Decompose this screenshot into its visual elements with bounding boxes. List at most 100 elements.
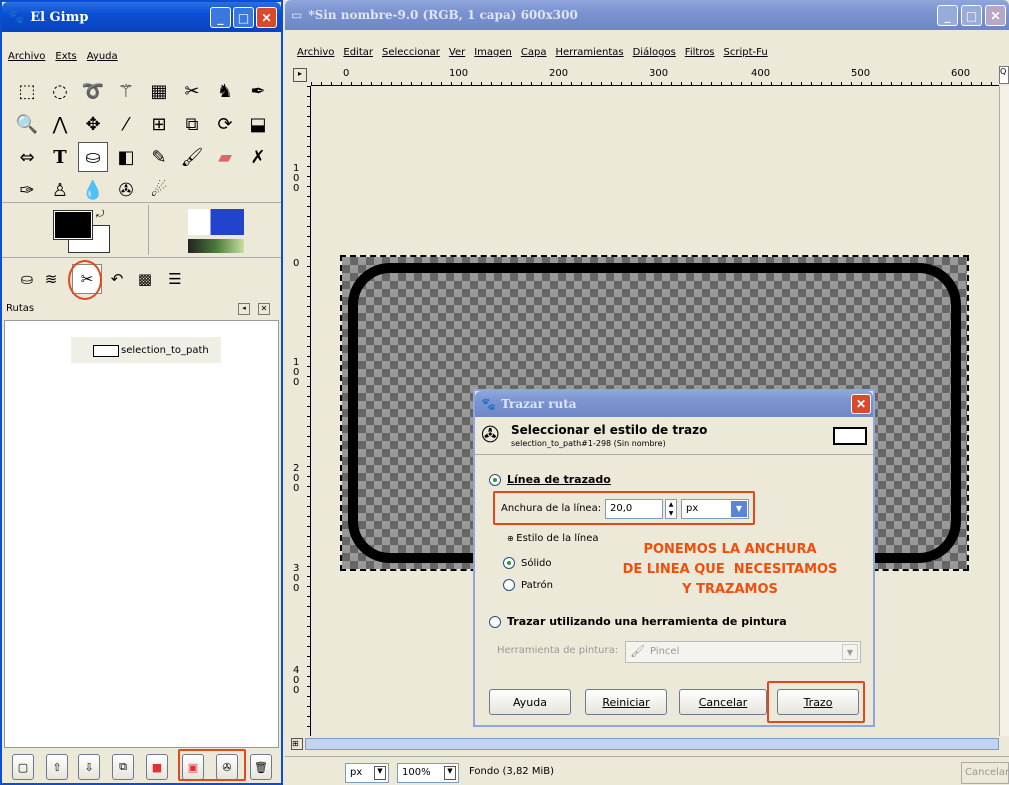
tutorial-annotation: PONEMOS LA ANCHURA DE LINEA QUE NECESITA… <box>590 540 870 600</box>
highlight-width-row <box>493 491 755 525</box>
foreground-color-swatch[interactable] <box>53 210 93 240</box>
option-paint-tool[interactable]: Trazar utilizando una herramienta de pin… <box>489 615 787 628</box>
lower-path-button[interactable]: ⇩ <box>78 754 100 780</box>
zoom-icon[interactable]: 🔍 <box>12 109 42 139</box>
ruler-label: 1 0 0 <box>293 357 300 388</box>
unit-select[interactable]: px ▼ <box>345 763 389 783</box>
path-item[interactable]: selection_to_path <box>71 337 221 363</box>
colormap-tab[interactable]: ▩ <box>130 264 160 294</box>
option-solid[interactable]: Sólido <box>503 557 552 569</box>
menu-imagen[interactable]: Imagen <box>474 47 512 58</box>
close-button[interactable]: ✕ <box>256 7 277 28</box>
clone-icon[interactable]: ♙ <box>45 175 75 205</box>
eraser-icon[interactable]: ▰ <box>210 142 240 172</box>
zoom-select[interactable]: 100% ▼ <box>397 763 459 783</box>
menu-arrow-button[interactable]: ▸ <box>293 68 307 82</box>
measure-icon[interactable]: ⋀ <box>45 109 75 139</box>
highlight-path-buttons <box>178 749 246 781</box>
menu-exts[interactable]: Exts <box>55 51 76 62</box>
img-minimize-button[interactable]: _ <box>937 5 958 26</box>
menu-ayuda[interactable]: Ayuda <box>87 51 118 62</box>
delete-path-button[interactable]: 🗑 <box>250 754 272 780</box>
scissors-icon[interactable]: ✂ <box>177 76 207 106</box>
new-path-button[interactable]: ▢ <box>12 754 34 780</box>
crop-icon[interactable]: ⧉ <box>177 109 207 139</box>
brush-preview[interactable] <box>188 209 244 235</box>
bucket-fill-icon[interactable]: ⛀ <box>78 142 108 172</box>
toolbox-title: El Gimp <box>30 9 89 25</box>
horizontal-scrollbar[interactable] <box>305 738 999 750</box>
rect-select-icon[interactable]: ⬚ <box>12 76 42 106</box>
paint-tool-radio[interactable] <box>489 616 501 628</box>
heal-icon[interactable]: ✇ <box>111 175 141 205</box>
airbrush-icon[interactable]: ✗ <box>243 142 273 172</box>
reset-button[interactable]: Reiniciar <box>585 689 667 715</box>
stroke-line-radio[interactable] <box>489 474 501 486</box>
option-stroke-line[interactable]: Línea de trazado <box>489 473 611 486</box>
vertical-scrollbar[interactable] <box>999 86 1009 736</box>
ellipse-select-icon[interactable]: ◌ <box>45 76 75 106</box>
status-cancel-button[interactable]: Cancelar <box>961 762 1009 784</box>
scale-icon[interactable]: ⬓ <box>243 109 273 139</box>
swap-colors-icon[interactable]: ⤾ <box>96 209 104 220</box>
flip-icon[interactable]: ⇔ <box>12 142 42 172</box>
gradient-preview[interactable] <box>188 239 244 253</box>
minimize-button[interactable]: _ <box>210 7 231 28</box>
panel-close-icon[interactable]: ✕ <box>258 303 270 315</box>
channels-tab[interactable]: ☰ <box>160 264 190 294</box>
menu-script-fu[interactable]: Script-Fu <box>724 47 768 58</box>
dialog-icon: 🐾 <box>481 397 496 411</box>
solid-radio[interactable] <box>503 557 515 569</box>
dodge-icon[interactable]: 💧 <box>78 175 108 205</box>
panel-menu-icon[interactable]: ◂ <box>238 303 250 315</box>
menu-filtros[interactable]: Filtros <box>685 47 715 58</box>
cancel-button[interactable]: Cancelar <box>679 689 767 715</box>
pattern-radio[interactable] <box>503 579 515 591</box>
rotate-icon[interactable]: ⟳ <box>210 109 240 139</box>
menu-capa[interactable]: Capa <box>521 47 547 58</box>
line-style-expander[interactable]: ⊕ Estilo de la línea <box>507 533 599 544</box>
menu-editar[interactable]: Editar <box>343 47 373 58</box>
smudge-icon[interactable]: ☄ <box>144 175 174 205</box>
ruler-label: 3 0 0 <box>293 563 300 594</box>
paintbrush-icon: 🖌 <box>630 644 646 658</box>
fuzzy-select-icon[interactable]: ⚚ <box>111 76 141 106</box>
img-close-button[interactable]: ✕ <box>985 5 1006 26</box>
lasso-icon[interactable]: ➰ <box>78 76 108 106</box>
ink-icon[interactable]: ✑ <box>12 175 42 205</box>
option-pattern[interactable]: Patrón <box>503 579 553 591</box>
undo-tab[interactable]: ↶ <box>102 264 132 294</box>
ruler-label: 4 0 0 <box>293 665 300 696</box>
color-picker-icon[interactable]: ⁄ <box>111 109 141 139</box>
color-select-icon[interactable]: ▦ <box>144 76 174 106</box>
move-icon[interactable]: ✥ <box>78 109 108 139</box>
help-button[interactable]: Ayuda <box>489 689 571 715</box>
menu-archivo[interactable]: Archivo <box>8 51 45 62</box>
navigation-icon[interactable]: ⊞ <box>291 738 303 750</box>
duplicate-path-button[interactable]: ⧉ <box>112 754 134 780</box>
raise-path-button[interactable]: ⇧ <box>46 754 68 780</box>
toolbox-titlebar[interactable]: 🐾 El Gimp _ □ ✕ <box>2 2 281 32</box>
layers-tab[interactable]: ≋ <box>36 264 66 294</box>
zoom-toggle-button[interactable]: Q <box>999 66 1009 84</box>
paths-icon[interactable]: ✒ <box>243 76 273 106</box>
image-titlebar[interactable]: ▭ *Sin nombre-9.0 (RGB, 1 capa) 600x300 … <box>285 0 1009 30</box>
text-icon[interactable]: T <box>45 142 75 172</box>
menu-seleccionar[interactable]: Seleccionar <box>382 47 440 58</box>
img-maximize-button[interactable]: □ <box>961 5 982 26</box>
align-icon[interactable]: ⊞ <box>144 109 174 139</box>
menu-ver[interactable]: Ver <box>449 47 465 58</box>
dialog-titlebar[interactable]: 🐾 Trazar ruta ✕ <box>475 391 873 417</box>
path-to-selection-button[interactable]: ■ <box>146 754 168 780</box>
image-title: *Sin nombre-9.0 (RGB, 1 capa) 600x300 <box>308 8 578 22</box>
pencil-icon[interactable]: ✎ <box>144 142 174 172</box>
foreground-select-icon[interactable]: ♞ <box>210 76 240 106</box>
blend-icon[interactable]: ◧ <box>111 142 141 172</box>
menu-archivo[interactable]: Archivo <box>297 47 334 58</box>
menu-herramientas[interactable]: Herramientas <box>555 47 623 58</box>
maximize-button[interactable]: □ <box>233 7 254 28</box>
paintbrush-icon[interactable]: 🖌 <box>177 142 207 172</box>
paint-tool-value: Pincel <box>650 646 680 657</box>
menu-dialogos[interactable]: Diálogos <box>633 47 676 58</box>
dialog-close-button[interactable]: ✕ <box>851 394 871 414</box>
